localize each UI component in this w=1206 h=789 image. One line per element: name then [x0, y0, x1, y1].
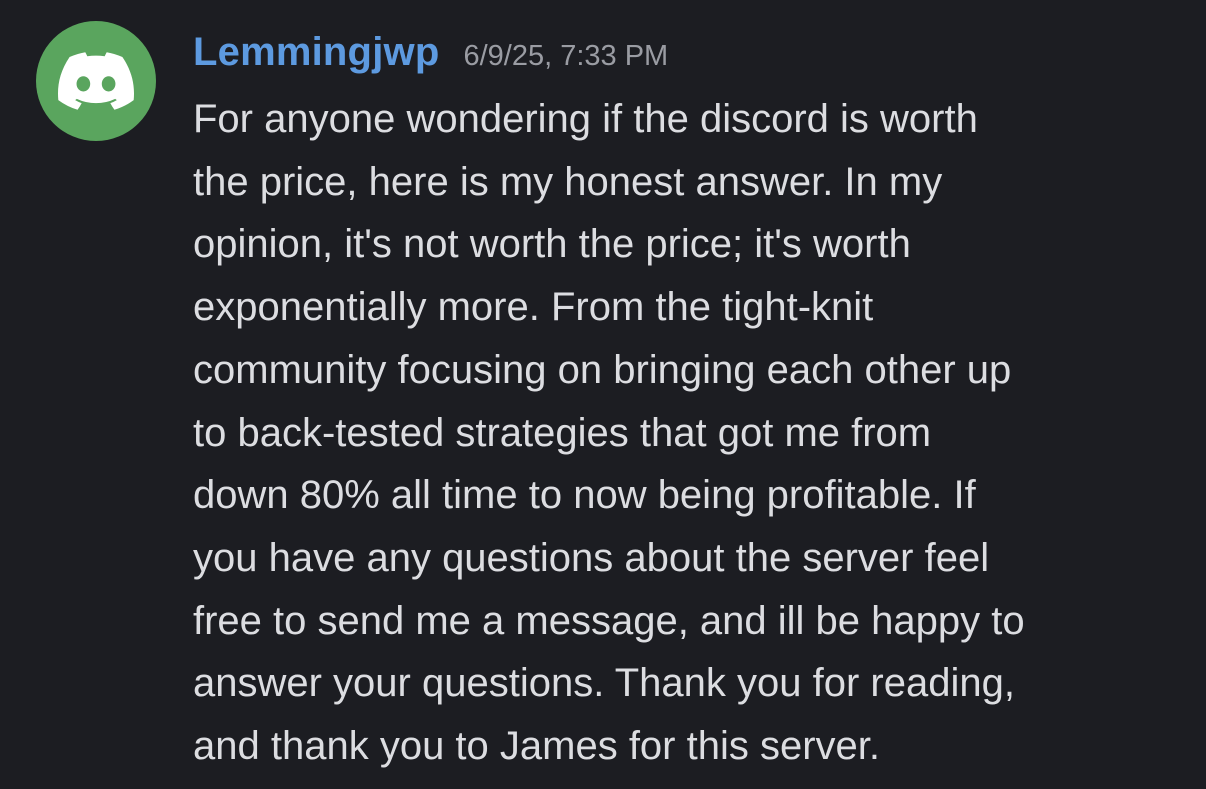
discord-logo-icon: [58, 52, 134, 110]
message-line: opinion, it's not worth the price; it's …: [193, 222, 911, 267]
message-line: and thank you to James for this server.: [193, 724, 881, 769]
message-line: community focusing on bringing each othe…: [193, 347, 1012, 392]
message-content: For anyone wondering if the discord is w…: [193, 88, 1193, 778]
message-line: answer your questions. Thank you for rea…: [193, 661, 1015, 706]
chat-message: Lemmingjwp 6/9/25, 7:33 PM For anyone wo…: [0, 0, 1206, 789]
message-line: free to send me a message, and ill be ha…: [193, 598, 1025, 643]
message-line: you have any questions about the server …: [193, 535, 990, 580]
message-header: Lemmingjwp 6/9/25, 7:33 PM: [193, 30, 668, 84]
message-line: For anyone wondering if the discord is w…: [193, 97, 978, 141]
avatar[interactable]: [36, 21, 156, 141]
timestamp: 6/9/25, 7:33 PM: [463, 40, 669, 72]
username[interactable]: Lemmingjwp: [193, 30, 439, 75]
message-line: the price, here is my honest answer. In …: [193, 159, 943, 204]
message-line: down 80% all time to now being profitabl…: [193, 473, 976, 518]
message-line: to back-tested strategies that got me fr…: [193, 410, 932, 455]
message-line: exponentially more. From the tight-knit: [193, 285, 874, 330]
